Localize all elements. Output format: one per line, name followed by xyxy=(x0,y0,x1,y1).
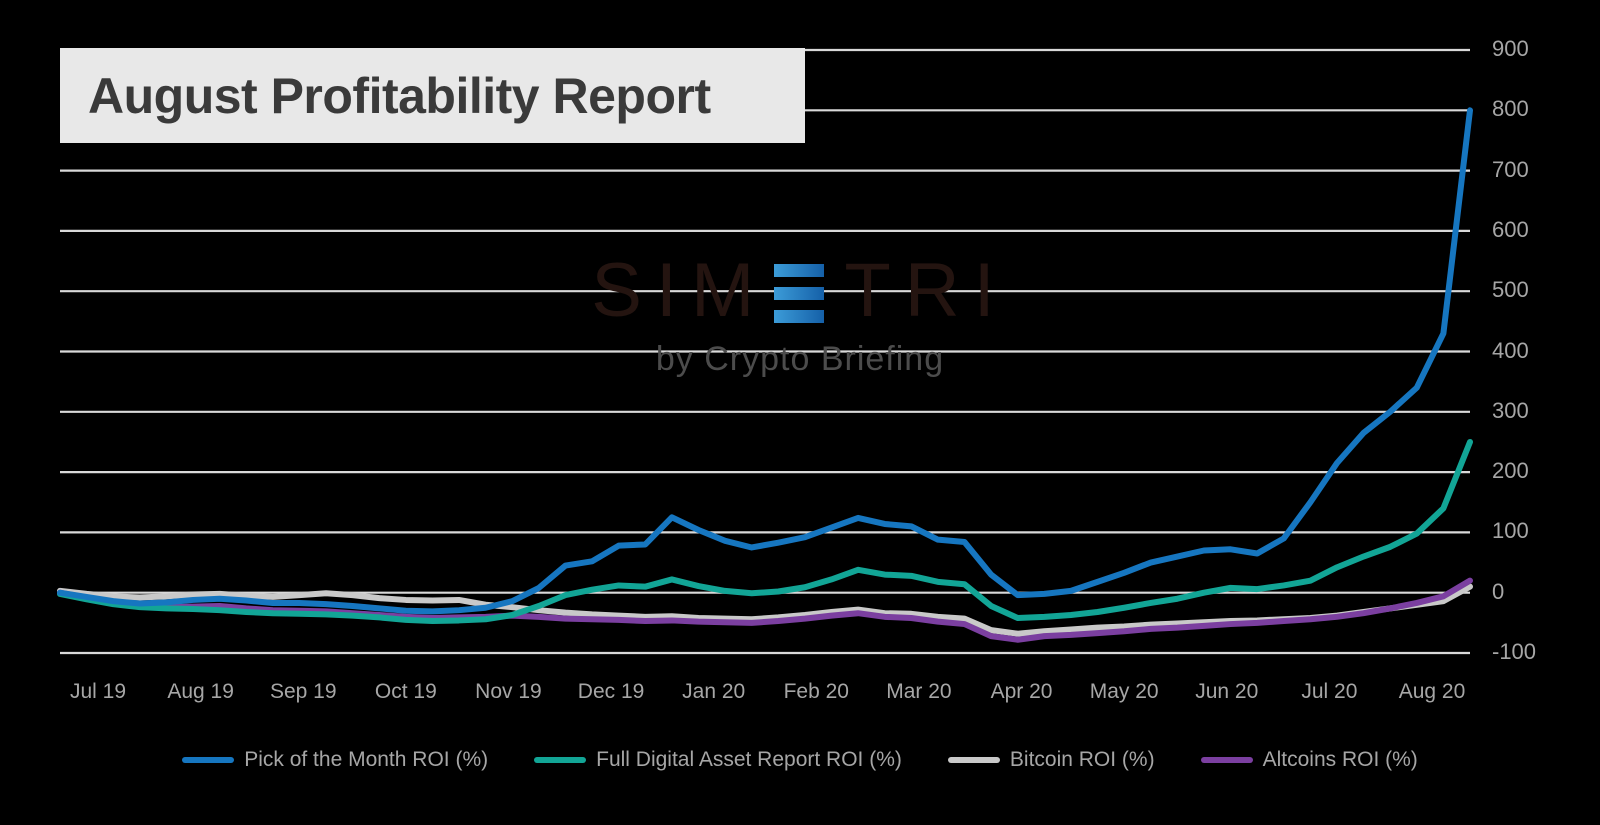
y-axis-tick-label: 700 xyxy=(1492,157,1529,183)
legend-item-label: Altcoins ROI (%) xyxy=(1263,748,1418,772)
y-axis-tick-label: 500 xyxy=(1492,277,1529,303)
legend-color-swatch xyxy=(182,757,234,763)
series-line-pick-of-the-month-roi xyxy=(60,110,1470,611)
chart-root: SIM TRI by Crypto Briefing August Profit… xyxy=(0,0,1600,825)
x-axis-tick-label: Feb 20 xyxy=(784,680,849,704)
x-axis-tick-label: Jul 20 xyxy=(1301,680,1357,704)
y-axis-tick-label: 800 xyxy=(1492,96,1529,122)
y-axis-tick-label: 0 xyxy=(1492,579,1504,605)
page-title: August Profitability Report xyxy=(88,67,711,125)
series-lines xyxy=(60,110,1470,639)
y-axis-tick-label: 300 xyxy=(1492,398,1529,424)
x-axis-tick-label: Jan 20 xyxy=(682,680,745,704)
legend-item-label: Bitcoin ROI (%) xyxy=(1010,748,1155,772)
x-axis-tick-label: Nov 19 xyxy=(475,680,542,704)
x-axis-tick-label: Jul 19 xyxy=(70,680,126,704)
legend-color-swatch xyxy=(948,757,1000,763)
legend-item[interactable]: Pick of the Month ROI (%) xyxy=(182,748,488,772)
legend-item-label: Full Digital Asset Report ROI (%) xyxy=(596,748,902,772)
y-axis-tick-label: -100 xyxy=(1492,639,1536,665)
x-axis-tick-label: Aug 19 xyxy=(167,680,234,704)
y-axis-tick-label: 900 xyxy=(1492,36,1529,62)
legend-item[interactable]: Altcoins ROI (%) xyxy=(1201,748,1418,772)
chart-legend: Pick of the Month ROI (%) Full Digital As… xyxy=(0,748,1600,772)
legend-color-swatch xyxy=(1201,757,1253,763)
y-axis-tick-label: 600 xyxy=(1492,217,1529,243)
legend-item[interactable]: Bitcoin ROI (%) xyxy=(948,748,1155,772)
title-banner: August Profitability Report xyxy=(60,48,805,143)
legend-color-swatch xyxy=(534,757,586,763)
x-axis-tick-label: Aug 20 xyxy=(1399,680,1466,704)
y-axis-tick-label: 200 xyxy=(1492,458,1529,484)
y-axis-tick-label: 100 xyxy=(1492,518,1529,544)
x-axis-tick-label: Oct 19 xyxy=(375,680,437,704)
x-axis-tick-label: Jun 20 xyxy=(1195,680,1258,704)
legend-item[interactable]: Full Digital Asset Report ROI (%) xyxy=(534,748,902,772)
x-axis-tick-label: Sep 19 xyxy=(270,680,337,704)
x-axis-tick-label: Apr 20 xyxy=(991,680,1053,704)
x-axis-tick-label: Dec 19 xyxy=(578,680,645,704)
y-axis-tick-label: 400 xyxy=(1492,338,1529,364)
legend-item-label: Pick of the Month ROI (%) xyxy=(244,748,488,772)
x-axis-tick-label: May 20 xyxy=(1090,680,1159,704)
x-axis-tick-label: Mar 20 xyxy=(886,680,951,704)
